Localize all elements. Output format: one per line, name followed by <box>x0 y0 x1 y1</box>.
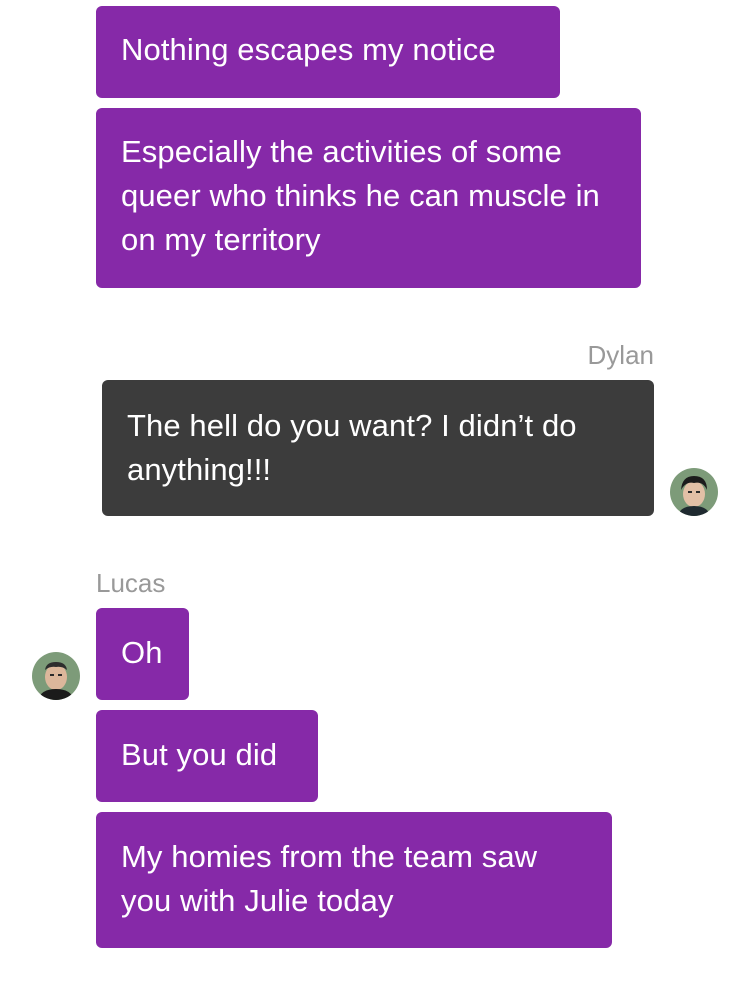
message-bubble[interactable]: Oh <box>96 608 189 700</box>
sender-name-lucas: Lucas <box>96 568 166 598</box>
message-bubble[interactable]: My homies from the team saw you with Jul… <box>96 812 612 948</box>
sender-name-dylan: Dylan <box>587 340 654 370</box>
message-bubble[interactable]: But you did <box>96 710 318 802</box>
dylan-avatar-icon[interactable] <box>670 468 718 516</box>
lucas-avatar-icon[interactable] <box>32 652 80 700</box>
message-bubble[interactable]: The hell do you want? I didn’t do anythi… <box>102 380 654 516</box>
message-bubble[interactable]: Nothing escapes my notice <box>96 6 560 98</box>
message-bubble[interactable]: Especially the activities of some queer … <box>96 108 641 288</box>
